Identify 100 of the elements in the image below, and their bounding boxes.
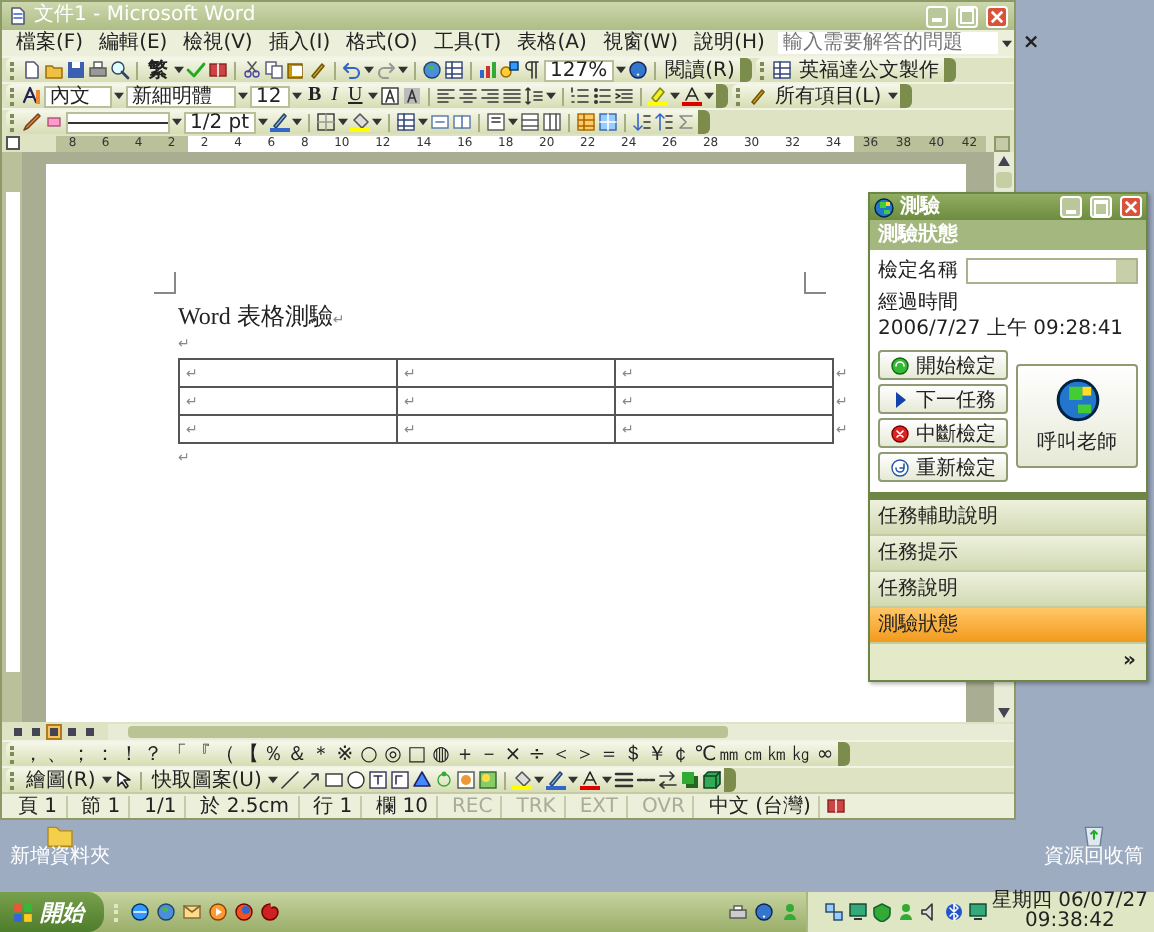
menu-item[interactable]: 編輯(E)	[93, 31, 174, 55]
horizontal-scrollbar[interactable]	[108, 723, 1014, 739]
symbol-button[interactable]: ＋	[454, 743, 476, 765]
font-color-icon[interactable]	[682, 86, 703, 106]
align-center-icon[interactable]	[458, 86, 479, 106]
view-button[interactable]	[46, 723, 62, 739]
ruler-toggle-button[interactable]	[994, 135, 1010, 151]
draw-menu[interactable]: 繪圖(R)	[22, 769, 100, 791]
convert-button[interactable]: 繁	[144, 59, 172, 81]
symbol-button[interactable]: －	[478, 743, 500, 765]
recycle-bin-icon[interactable]	[1080, 824, 1108, 848]
distribute-rows-icon[interactable]	[519, 112, 540, 132]
panel-section-tab[interactable]: 任務輔助說明	[870, 500, 1146, 536]
table-icon[interactable]	[444, 60, 464, 80]
line-weight-dropdown[interactable]: 1/2 pt	[184, 111, 256, 133]
bluetooth-icon[interactable]	[943, 902, 964, 922]
help-icon[interactable]	[753, 902, 774, 922]
symbol-button[interactable]: ￠	[670, 743, 692, 765]
symbol-button[interactable]: ；	[70, 743, 92, 765]
close-document-button[interactable]: ×	[1016, 32, 1046, 54]
view-button[interactable]	[64, 723, 80, 739]
align-right-icon[interactable]	[480, 86, 501, 106]
view-button[interactable]	[82, 723, 98, 739]
pointer-icon[interactable]	[113, 770, 134, 790]
symbol-button[interactable]: ￥	[646, 743, 668, 765]
symbol-button[interactable]: ㎜	[718, 743, 740, 765]
menu-item[interactable]: 說明(H)	[688, 31, 771, 55]
cube-icon[interactable]	[701, 770, 722, 790]
caret-icon[interactable]	[114, 92, 124, 100]
check-icon[interactable]	[186, 60, 206, 80]
exam-button[interactable]: 重新檢定	[878, 452, 1008, 482]
format-button[interactable]: B	[304, 86, 326, 106]
symbol-button[interactable]: ：	[94, 743, 116, 765]
caret-icon[interactable]	[417, 118, 428, 126]
split-cells-icon[interactable]	[451, 112, 472, 132]
undo-arrow-icon[interactable]	[342, 60, 362, 80]
menu-item[interactable]: 視窗(W)	[596, 31, 685, 55]
orb-icon[interactable]	[234, 902, 254, 922]
shield-icon[interactable]	[871, 902, 892, 922]
menu-item[interactable]: 插入(I)	[262, 31, 337, 55]
symbol-button[interactable]: ㎝	[742, 743, 764, 765]
autoshapes-menu[interactable]: 快取圖案(U)	[147, 769, 266, 791]
exam-button[interactable]: 開始檢定	[878, 350, 1008, 380]
symbol-button[interactable]: ※	[334, 743, 356, 765]
scroll-thumb[interactable]	[996, 172, 1012, 188]
envelope-icon[interactable]	[182, 902, 202, 922]
scroll-thumb[interactable]	[128, 725, 728, 737]
symbol-button[interactable]: ◎	[382, 743, 404, 765]
caret-icon[interactable]	[546, 92, 557, 100]
toolbar-options-button[interactable]	[944, 58, 957, 82]
rectangle-icon[interactable]	[323, 770, 344, 790]
panel-section-tab[interactable]: 任務提示	[870, 536, 1146, 572]
caret-icon[interactable]	[291, 118, 302, 126]
cell-align-icon[interactable]	[485, 112, 506, 132]
caret-icon[interactable]	[101, 776, 112, 784]
close-button[interactable]	[1120, 196, 1142, 218]
arrow-icon[interactable]	[301, 770, 322, 790]
caret-icon[interactable]	[292, 92, 302, 100]
symbol-button[interactable]: ∞	[814, 743, 836, 765]
monitor-icon[interactable]	[847, 902, 868, 922]
sort-descending-icon[interactable]	[653, 112, 674, 132]
caret-icon[interactable]	[704, 92, 715, 100]
menu-item[interactable]: 表格(A)	[511, 31, 593, 55]
line-color-icon[interactable]	[269, 112, 290, 132]
styles-icon[interactable]	[22, 86, 42, 106]
up-arrow-icon[interactable]	[998, 156, 1010, 166]
line-icon[interactable]	[279, 770, 300, 790]
image-icon[interactable]	[477, 770, 498, 790]
symbol-button[interactable]: ，	[22, 743, 44, 765]
exam-button[interactable]: 下一任務	[878, 384, 1008, 414]
line-style-dropdown[interactable]	[66, 111, 170, 133]
font-size-dropdown[interactable]: 12	[250, 85, 290, 107]
zoom-dropdown[interactable]: 127%	[544, 59, 614, 81]
menu-item[interactable]: 檔案(F)	[10, 31, 90, 55]
symbol-button[interactable]: ？	[142, 743, 164, 765]
fill-color-icon[interactable]	[511, 770, 532, 790]
toolbar-options-button[interactable]	[838, 742, 850, 766]
format-button[interactable]: U	[344, 86, 367, 106]
globe-icon[interactable]	[156, 902, 176, 922]
toolbar-options-button[interactable]	[740, 58, 753, 82]
line-color-icon[interactable]	[545, 770, 566, 790]
media-player-icon[interactable]	[208, 902, 228, 922]
help-icon[interactable]	[627, 60, 648, 80]
view-button[interactable]	[10, 723, 26, 739]
globe-icon[interactable]	[130, 902, 150, 922]
caret-icon[interactable]	[567, 776, 578, 784]
caret-icon[interactable]	[887, 92, 898, 100]
table-format-icon[interactable]	[575, 112, 596, 132]
format-button[interactable]: I	[327, 86, 343, 106]
font-dropdown[interactable]: 新細明體	[126, 85, 236, 107]
caret-icon[interactable]	[371, 118, 382, 126]
book-icon[interactable]	[208, 60, 228, 80]
shapes-icon[interactable]	[500, 60, 520, 80]
more-button[interactable]: »	[1123, 650, 1136, 674]
symbol-button[interactable]: ！	[118, 743, 140, 765]
symbol-button[interactable]: ◍	[430, 743, 452, 765]
monitor-icon[interactable]	[967, 902, 988, 922]
oval-icon[interactable]	[345, 770, 366, 790]
read-button[interactable]: 閱讀(R)	[661, 59, 739, 81]
symbol-button[interactable]: ○	[358, 743, 380, 765]
